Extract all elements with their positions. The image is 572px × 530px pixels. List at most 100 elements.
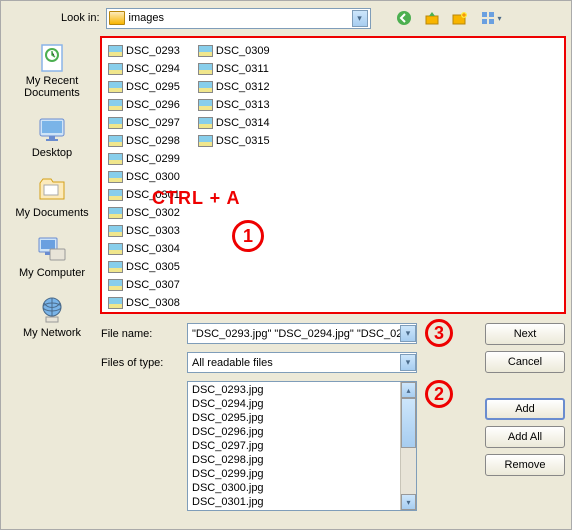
places-bar: My Recent Documents Desktop My Documents… <box>7 37 97 511</box>
image-icon <box>198 99 213 111</box>
file-item[interactable]: DSC_0304 <box>106 240 182 257</box>
file-name: DSC_0304 <box>126 243 180 255</box>
place-mycomputer[interactable]: My Computer <box>19 233 85 279</box>
file-name: DSC_0311 <box>216 63 269 75</box>
file-item[interactable]: DSC_0305 <box>106 258 182 275</box>
file-item[interactable]: DSC_0300 <box>106 168 182 185</box>
image-icon <box>198 135 213 147</box>
image-icon <box>108 45 123 57</box>
list-item[interactable]: DSC_0301.jpg <box>192 496 412 510</box>
file-name: DSC_0296 <box>126 99 180 111</box>
file-name: DSC_0297 <box>126 117 180 129</box>
filename-combo[interactable]: "DSC_0293.jpg" "DSC_0294.jpg" "DSC_0295.… <box>187 323 417 344</box>
annotation-2: 2 <box>425 380 453 408</box>
image-icon <box>198 117 213 129</box>
list-item[interactable]: DSC_0294.jpg <box>192 398 412 412</box>
folder-icon <box>109 11 125 25</box>
next-button[interactable]: Next <box>485 323 565 345</box>
remove-button[interactable]: Remove <box>485 454 565 476</box>
list-item[interactable]: DSC_0299.jpg <box>192 468 412 482</box>
cancel-button[interactable]: Cancel <box>485 351 565 373</box>
image-icon <box>108 279 123 291</box>
file-name: DSC_0305 <box>126 261 180 273</box>
file-name: DSC_0309 <box>216 45 270 57</box>
lookin-combo[interactable]: images ▾ <box>106 8 371 29</box>
image-icon <box>108 63 123 75</box>
file-name: DSC_0308 <box>126 297 180 309</box>
file-item[interactable]: DSC_0302 <box>106 204 182 221</box>
list-item[interactable]: DSC_0298.jpg <box>192 454 412 468</box>
file-item[interactable]: DSC_0298 <box>106 132 182 149</box>
main-area: My Recent Documents Desktop My Documents… <box>7 37 565 511</box>
image-icon <box>108 117 123 129</box>
file-item[interactable]: DSC_0309 <box>196 42 272 59</box>
file-item[interactable]: DSC_0307 <box>106 276 182 293</box>
image-icon <box>198 63 213 75</box>
file-item[interactable]: DSC_0297 <box>106 114 182 131</box>
lookin-value: images <box>129 12 352 24</box>
file-item[interactable]: DSC_0299 <box>106 150 182 167</box>
file-item[interactable]: DSC_0294 <box>106 60 182 77</box>
file-name: DSC_0313 <box>216 99 270 111</box>
lookin-label: Look in: <box>61 12 100 24</box>
list-item[interactable]: DSC_0300.jpg <box>192 482 412 496</box>
scroll-down-icon[interactable]: ▾ <box>401 494 416 510</box>
file-item[interactable]: DSC_0308 <box>106 294 182 311</box>
file-name: DSC_0294 <box>126 63 180 75</box>
image-icon <box>198 45 213 57</box>
chevron-down-icon[interactable]: ▾ <box>400 325 416 342</box>
image-icon <box>108 153 123 165</box>
file-item[interactable]: DSC_0314 <box>196 114 272 131</box>
list-item[interactable]: DSC_0296.jpg <box>192 426 412 440</box>
place-label: Desktop <box>32 147 72 159</box>
file-item[interactable]: DSC_0311 <box>196 60 272 77</box>
file-name: DSC_0312 <box>216 81 270 93</box>
chevron-down-icon[interactable]: ▾ <box>400 354 416 371</box>
file-item[interactable]: DSC_0303 <box>106 222 182 239</box>
file-item[interactable]: DSC_0295 <box>106 78 182 95</box>
views-button[interactable]: ▾ <box>477 7 507 29</box>
file-item[interactable]: DSC_0293 <box>106 42 182 59</box>
chevron-down-icon[interactable]: ▾ <box>352 10 368 27</box>
place-desktop[interactable]: Desktop <box>32 113 72 159</box>
new-folder-button[interactable] <box>449 7 471 29</box>
file-item[interactable]: DSC_0301 <box>106 186 182 203</box>
image-icon <box>108 225 123 237</box>
image-icon <box>108 171 123 183</box>
filetype-label: Files of type: <box>101 357 181 369</box>
file-name: DSC_0301 <box>126 189 180 201</box>
file-item[interactable]: DSC_0315 <box>196 132 272 149</box>
file-name: DSC_0300 <box>126 171 180 183</box>
button-column: Next Cancel Add Add All Remove <box>485 323 565 511</box>
annotation-1: 1 <box>232 220 264 252</box>
bottom-panel: 3 2 File name: "DSC_0293.jpg" "DSC_0294.… <box>101 323 565 511</box>
added-files-list[interactable]: DSC_0293.jpgDSC_0294.jpgDSC_0295.jpgDSC_… <box>187 381 417 511</box>
file-list-pane[interactable]: DSC_0293 DSC_0294 DSC_0295 DSC_0296 DSC_0297… <box>101 37 565 313</box>
add-button[interactable]: Add <box>485 398 565 420</box>
file-item[interactable]: DSC_0312 <box>196 78 272 95</box>
add-all-button[interactable]: Add All <box>485 426 565 448</box>
image-icon <box>108 135 123 147</box>
place-label: My Computer <box>19 267 85 279</box>
place-network[interactable]: My Network <box>23 293 81 339</box>
file-item[interactable]: DSC_0313 <box>196 96 272 113</box>
place-recent[interactable]: My Recent Documents <box>7 41 97 99</box>
back-button[interactable] <box>393 7 415 29</box>
right-panel: DSC_0293 DSC_0294 DSC_0295 DSC_0296 DSC_0297… <box>101 37 565 511</box>
file-name: DSC_0295 <box>126 81 180 93</box>
scroll-thumb[interactable] <box>401 398 416 448</box>
up-button[interactable] <box>421 7 443 29</box>
filetype-combo[interactable]: All readable files ▾ <box>187 352 417 373</box>
file-item[interactable]: DSC_0296 <box>106 96 182 113</box>
image-icon <box>108 297 123 309</box>
scroll-up-icon[interactable]: ▴ <box>401 382 416 398</box>
place-mydocs[interactable]: My Documents <box>15 173 88 219</box>
file-name: DSC_0303 <box>126 225 180 237</box>
lookin-row: Look in: images ▾ ▾ <box>7 7 565 29</box>
filename-label: File name: <box>101 328 181 340</box>
list-item[interactable]: DSC_0297.jpg <box>192 440 412 454</box>
image-icon <box>198 81 213 93</box>
list-item[interactable]: DSC_0293.jpg <box>192 384 412 398</box>
scrollbar[interactable]: ▴ ▾ <box>400 382 416 510</box>
list-item[interactable]: DSC_0295.jpg <box>192 412 412 426</box>
